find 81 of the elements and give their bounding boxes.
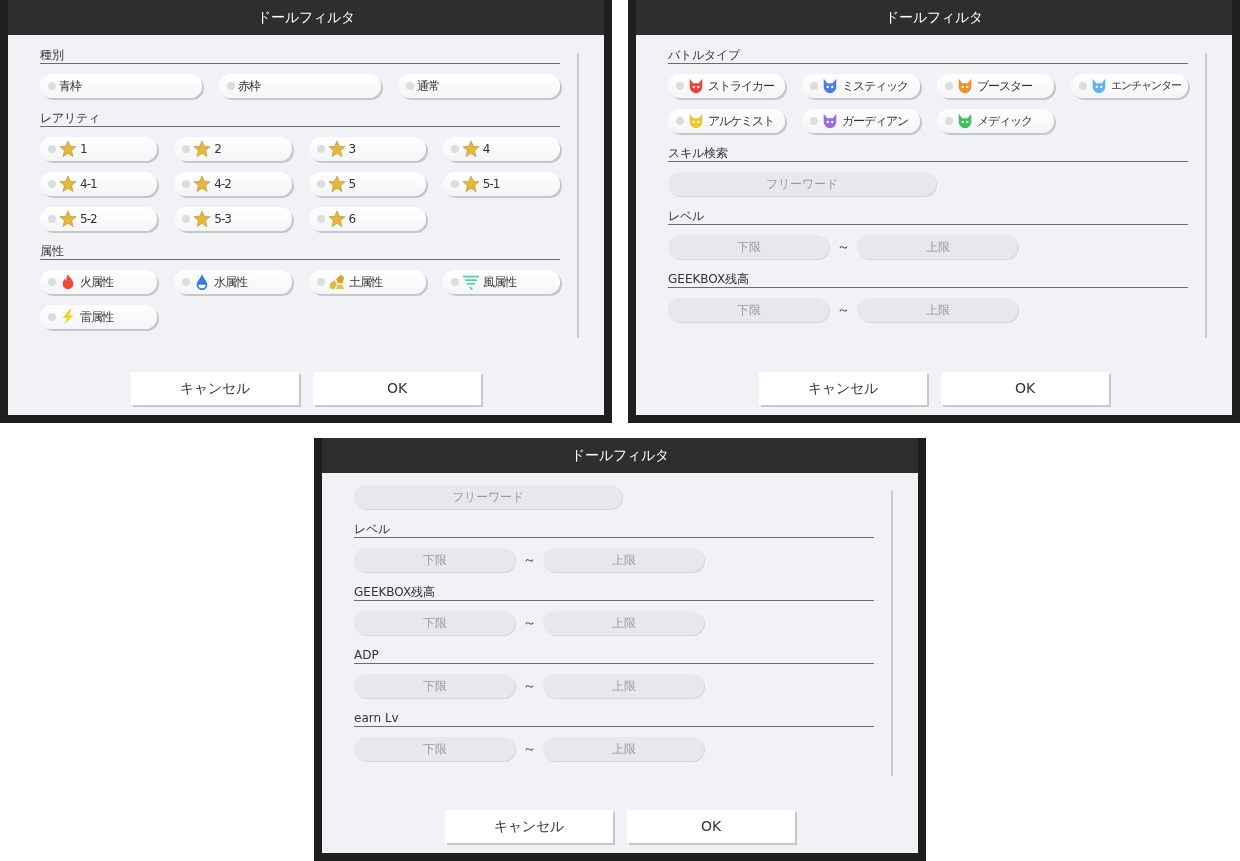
filter-option[interactable]: 2: [174, 137, 292, 161]
range-separator: ～: [521, 551, 537, 570]
filter-option[interactable]: ストライカー: [668, 74, 786, 98]
dialog-button[interactable]: キャンセル: [759, 372, 927, 405]
section-heading: レアリティ: [40, 110, 101, 126]
filter-option[interactable]: 雷属性: [40, 305, 158, 329]
animal-head-icon: [687, 112, 705, 130]
filter-option[interactable]: 5: [308, 172, 426, 196]
filter-option[interactable]: 4: [442, 137, 560, 161]
dialog-button[interactable]: OK: [941, 372, 1109, 405]
range-separator: ～: [521, 740, 537, 759]
upper-limit-field[interactable]: 上限: [857, 235, 1018, 259]
filter-option[interactable]: エンチャンター: [1070, 74, 1188, 98]
star-icon: [193, 175, 212, 193]
filter-option[interactable]: 4-2: [174, 172, 292, 196]
filter-option[interactable]: 通常: [398, 74, 560, 98]
section-heading: 種別: [40, 47, 65, 63]
star-icon: [461, 140, 480, 158]
lower-limit-field[interactable]: 下限: [668, 235, 829, 259]
filter-option[interactable]: ミスティック: [802, 74, 920, 98]
section-heading: バトルタイプ: [668, 47, 742, 63]
upper-limit-field[interactable]: 上限: [543, 548, 704, 572]
filter-option[interactable]: アルケミスト: [668, 109, 786, 133]
dialog-button[interactable]: キャンセル: [131, 372, 299, 405]
filter-option[interactable]: 5-3: [174, 207, 292, 231]
star-icon: [327, 175, 346, 193]
filter-option[interactable]: ガーディアン: [802, 109, 920, 133]
section-heading: レベル: [668, 208, 705, 224]
filter-option[interactable]: 火属性: [40, 270, 158, 294]
star-icon: [59, 210, 77, 228]
range-separator: ～: [835, 301, 851, 320]
lower-limit-field[interactable]: 下限: [354, 674, 515, 698]
filter-option[interactable]: 土属性: [308, 270, 426, 294]
range-separator: ～: [521, 614, 537, 633]
star-icon: [327, 210, 346, 228]
filter-option[interactable]: メディック: [936, 109, 1054, 133]
upper-limit-field[interactable]: 上限: [543, 611, 704, 635]
section-heading: 属性: [40, 243, 65, 259]
filter-option[interactable]: 風属性: [442, 270, 560, 294]
dialog-button[interactable]: OK: [313, 372, 481, 405]
filter-option[interactable]: 水属性: [174, 270, 292, 294]
dialog-title: ドールフィルタ: [571, 446, 669, 465]
dialog-title: ドールフィルタ: [885, 8, 983, 27]
star-icon: [461, 175, 480, 193]
range-separator: ～: [521, 677, 537, 696]
filter-option[interactable]: 青枠: [40, 74, 202, 98]
filter-option[interactable]: 5-2: [40, 207, 158, 231]
star-icon: [193, 210, 212, 228]
upper-limit-field[interactable]: 上限: [543, 737, 704, 761]
section-heading: GEEKBOX残高: [354, 584, 437, 600]
section-heading: レベル: [354, 521, 391, 537]
lower-limit-field[interactable]: 下限: [668, 298, 829, 322]
free-word-field[interactable]: フリーワード: [354, 485, 622, 509]
section-heading: earn Lv: [354, 710, 400, 726]
range-separator: ～: [835, 238, 851, 257]
star-icon: [59, 175, 77, 193]
section-heading: スキル検索: [668, 145, 729, 161]
free-word-field[interactable]: フリーワード: [668, 172, 936, 196]
filter-option[interactable]: 5-1: [442, 172, 560, 196]
dialog-button[interactable]: OK: [627, 810, 795, 843]
dialog-button[interactable]: キャンセル: [445, 810, 613, 843]
star-icon: [193, 140, 212, 158]
upper-limit-field[interactable]: 上限: [543, 674, 704, 698]
filter-option[interactable]: ブースター: [936, 74, 1054, 98]
star-icon: [59, 140, 77, 158]
filter-option[interactable]: 6: [308, 207, 426, 231]
section-heading: GEEKBOX残高: [668, 271, 751, 287]
rock-icon: [327, 273, 346, 291]
filter-option[interactable]: 3: [308, 137, 426, 161]
lower-limit-field[interactable]: 下限: [354, 611, 515, 635]
filter-option[interactable]: 赤枠: [219, 74, 381, 98]
filter-option[interactable]: 1: [40, 137, 158, 161]
filter-option[interactable]: 4-1: [40, 172, 158, 196]
animal-head-icon: [687, 77, 705, 95]
star-icon: [327, 140, 346, 158]
lower-limit-field[interactable]: 下限: [354, 548, 515, 572]
whirlwind-icon: [461, 273, 480, 291]
section-heading: ADP: [354, 647, 380, 663]
lower-limit-field[interactable]: 下限: [354, 737, 515, 761]
dialog-title: ドールフィルタ: [257, 8, 355, 27]
upper-limit-field[interactable]: 上限: [857, 298, 1018, 322]
